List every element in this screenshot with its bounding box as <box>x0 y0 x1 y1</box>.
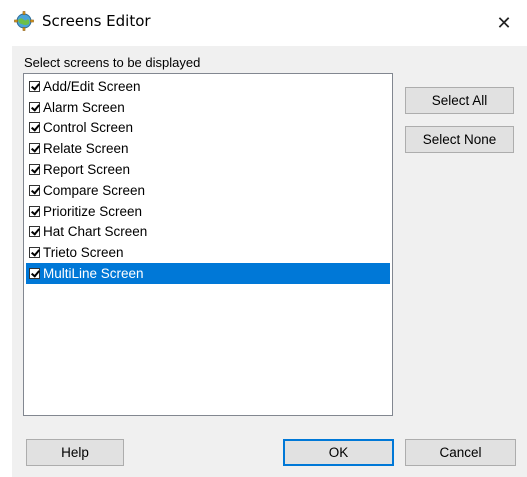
list-item-label: Compare Screen <box>43 182 146 198</box>
checkbox[interactable] <box>29 164 40 176</box>
list-item-label: Report Screen <box>43 162 131 178</box>
list-item-label: Add/Edit Screen <box>43 78 141 94</box>
checkbox[interactable] <box>29 268 40 280</box>
checkbox[interactable] <box>29 205 40 217</box>
list-item-label: Hat Chart Screen <box>43 224 148 240</box>
checkbox[interactable] <box>29 80 40 92</box>
list-item[interactable]: Trieto Screen <box>26 242 390 263</box>
list-item-label: Control Screen <box>43 120 134 136</box>
checkbox[interactable] <box>29 101 40 113</box>
dialog-body: Select screens to be displayed Add/Edit … <box>12 46 527 477</box>
list-item[interactable]: Compare Screen <box>26 180 390 201</box>
close-icon: ✕ <box>496 12 512 34</box>
close-button[interactable]: ✕ <box>481 0 527 46</box>
list-item[interactable]: MultiLine Screen <box>26 263 390 284</box>
window-title: Screens Editor <box>42 12 151 30</box>
list-item[interactable]: Report Screen <box>26 159 390 180</box>
list-item[interactable]: Relate Screen <box>26 138 390 159</box>
select-all-button[interactable]: Select All <box>405 87 514 114</box>
title-bar: Screens Editor ✕ <box>0 0 527 46</box>
list-item-label: Trieto Screen <box>43 245 124 261</box>
ok-button[interactable]: OK <box>283 439 394 466</box>
list-item-label: MultiLine Screen <box>43 266 144 282</box>
screens-listbox[interactable]: Add/Edit Screen Alarm Screen Control Scr… <box>23 73 393 416</box>
checkbox[interactable] <box>29 226 40 238</box>
checkbox[interactable] <box>29 122 40 134</box>
checkbox[interactable] <box>29 247 40 259</box>
list-item[interactable]: Hat Chart Screen <box>26 222 390 243</box>
select-none-button[interactable]: Select None <box>405 126 514 153</box>
checkbox[interactable] <box>29 143 40 155</box>
checkbox[interactable] <box>29 184 40 196</box>
prompt-label: Select screens to be displayed <box>24 55 201 70</box>
list-item-label: Relate Screen <box>43 141 129 157</box>
list-item-label: Alarm Screen <box>43 99 125 115</box>
list-item[interactable]: Add/Edit Screen <box>26 76 390 97</box>
cancel-button[interactable]: Cancel <box>405 439 516 466</box>
help-button[interactable]: Help <box>26 439 124 466</box>
list-item[interactable]: Alarm Screen <box>26 97 390 118</box>
list-item-label: Prioritize Screen <box>43 203 143 219</box>
list-item[interactable]: Prioritize Screen <box>26 201 390 222</box>
list-item[interactable]: Control Screen <box>26 118 390 139</box>
gear-globe-icon <box>14 11 34 31</box>
